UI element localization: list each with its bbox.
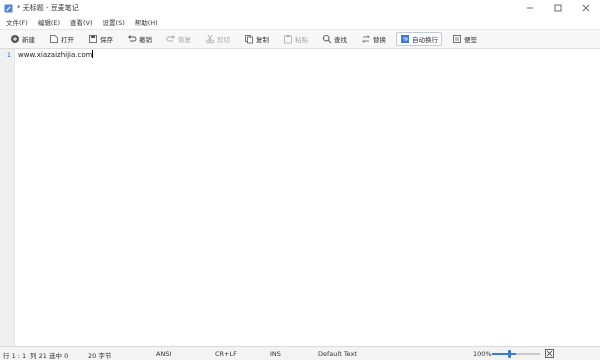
- wrap-icon: [400, 34, 410, 44]
- menu-edit[interactable]: 编辑(E): [34, 17, 64, 27]
- paste-icon: [283, 34, 293, 44]
- minimize-icon: [526, 4, 534, 12]
- find-icon: [322, 34, 332, 44]
- new-button[interactable]: 新建: [6, 32, 39, 46]
- status-size: 20 字节: [88, 352, 112, 360]
- zoom-slider-thumb[interactable]: [508, 350, 511, 358]
- paste-button[interactable]: 粘贴: [279, 32, 312, 46]
- close-button[interactable]: [572, 0, 600, 16]
- word-wrap-button[interactable]: 自动换行: [396, 32, 442, 46]
- line-number: 1: [6, 51, 11, 59]
- fullscreen-icon: [545, 349, 554, 358]
- fullscreen-button[interactable]: [545, 349, 554, 358]
- undo-button[interactable]: 撤销: [123, 32, 156, 46]
- replace-icon: [361, 34, 371, 44]
- save-button[interactable]: 保存: [84, 32, 117, 46]
- undo-icon: [127, 34, 137, 44]
- title-bar: * 无标题 - 豆麦笔记: [0, 0, 600, 16]
- open-icon: [49, 34, 59, 44]
- menu-bar: 文件(F) 编辑(E) 查看(V) 设置(S) 帮助(H): [0, 16, 600, 28]
- new-icon: [10, 34, 20, 44]
- status-zoom: 100%: [473, 350, 492, 358]
- minimize-button[interactable]: [516, 0, 544, 16]
- maximize-icon: [554, 4, 562, 12]
- window-controls: [516, 0, 600, 16]
- copy-button[interactable]: 复制: [240, 32, 273, 46]
- status-line-ending[interactable]: CR+LF: [215, 350, 237, 358]
- window-title: * 无标题 - 豆麦笔记: [17, 4, 79, 12]
- menu-view[interactable]: 查看(V): [66, 17, 97, 27]
- menu-file[interactable]: 文件(F): [2, 17, 32, 27]
- menu-help[interactable]: 帮助(H): [131, 17, 162, 27]
- redo-button[interactable]: 恢复: [162, 32, 195, 46]
- editor-area[interactable]: 1 www.xiazaizhijia.com: [0, 49, 600, 346]
- note-button[interactable]: 便签: [448, 32, 481, 46]
- cut-icon: [205, 34, 215, 44]
- save-icon: [88, 34, 98, 44]
- status-cursor-position: 行 1 : 1: [3, 352, 27, 360]
- redo-icon: [166, 34, 176, 44]
- open-button[interactable]: 打开: [45, 32, 78, 46]
- editor-line: www.xiazaizhijia.com: [18, 51, 93, 59]
- replace-button[interactable]: 替换: [357, 32, 390, 46]
- status-encoding[interactable]: ANSI: [156, 350, 171, 358]
- status-bar: 行 1 : 1 列 21 选中 0 20 字节 ANSI CR+LF INS D…: [0, 346, 600, 360]
- status-selection: 选中 0: [49, 352, 69, 360]
- menu-settings[interactable]: 设置(S): [99, 17, 129, 27]
- status-column: 列 21: [30, 352, 47, 360]
- zoom-slider-fill: [492, 353, 516, 355]
- line-number-gutter: 1: [0, 49, 15, 346]
- close-icon: [582, 4, 590, 12]
- cut-button[interactable]: 剪切: [201, 32, 234, 46]
- maximize-button[interactable]: [544, 0, 572, 16]
- toolbar: 新建 打开 保存 撤销 恢复 剪切 复制 粘贴 查找 替换 自动换行 便签: [0, 29, 600, 49]
- note-icon: [452, 34, 462, 44]
- status-insert-mode[interactable]: INS: [270, 350, 281, 358]
- status-syntax[interactable]: Default Text: [318, 350, 357, 358]
- text-caret: [92, 50, 94, 58]
- editor-text[interactable]: www.xiazaizhijia.com: [18, 50, 94, 59]
- find-button[interactable]: 查找: [318, 32, 351, 46]
- app-logo-icon: [4, 4, 13, 13]
- zoom-slider[interactable]: [492, 353, 540, 355]
- copy-icon: [244, 34, 254, 44]
